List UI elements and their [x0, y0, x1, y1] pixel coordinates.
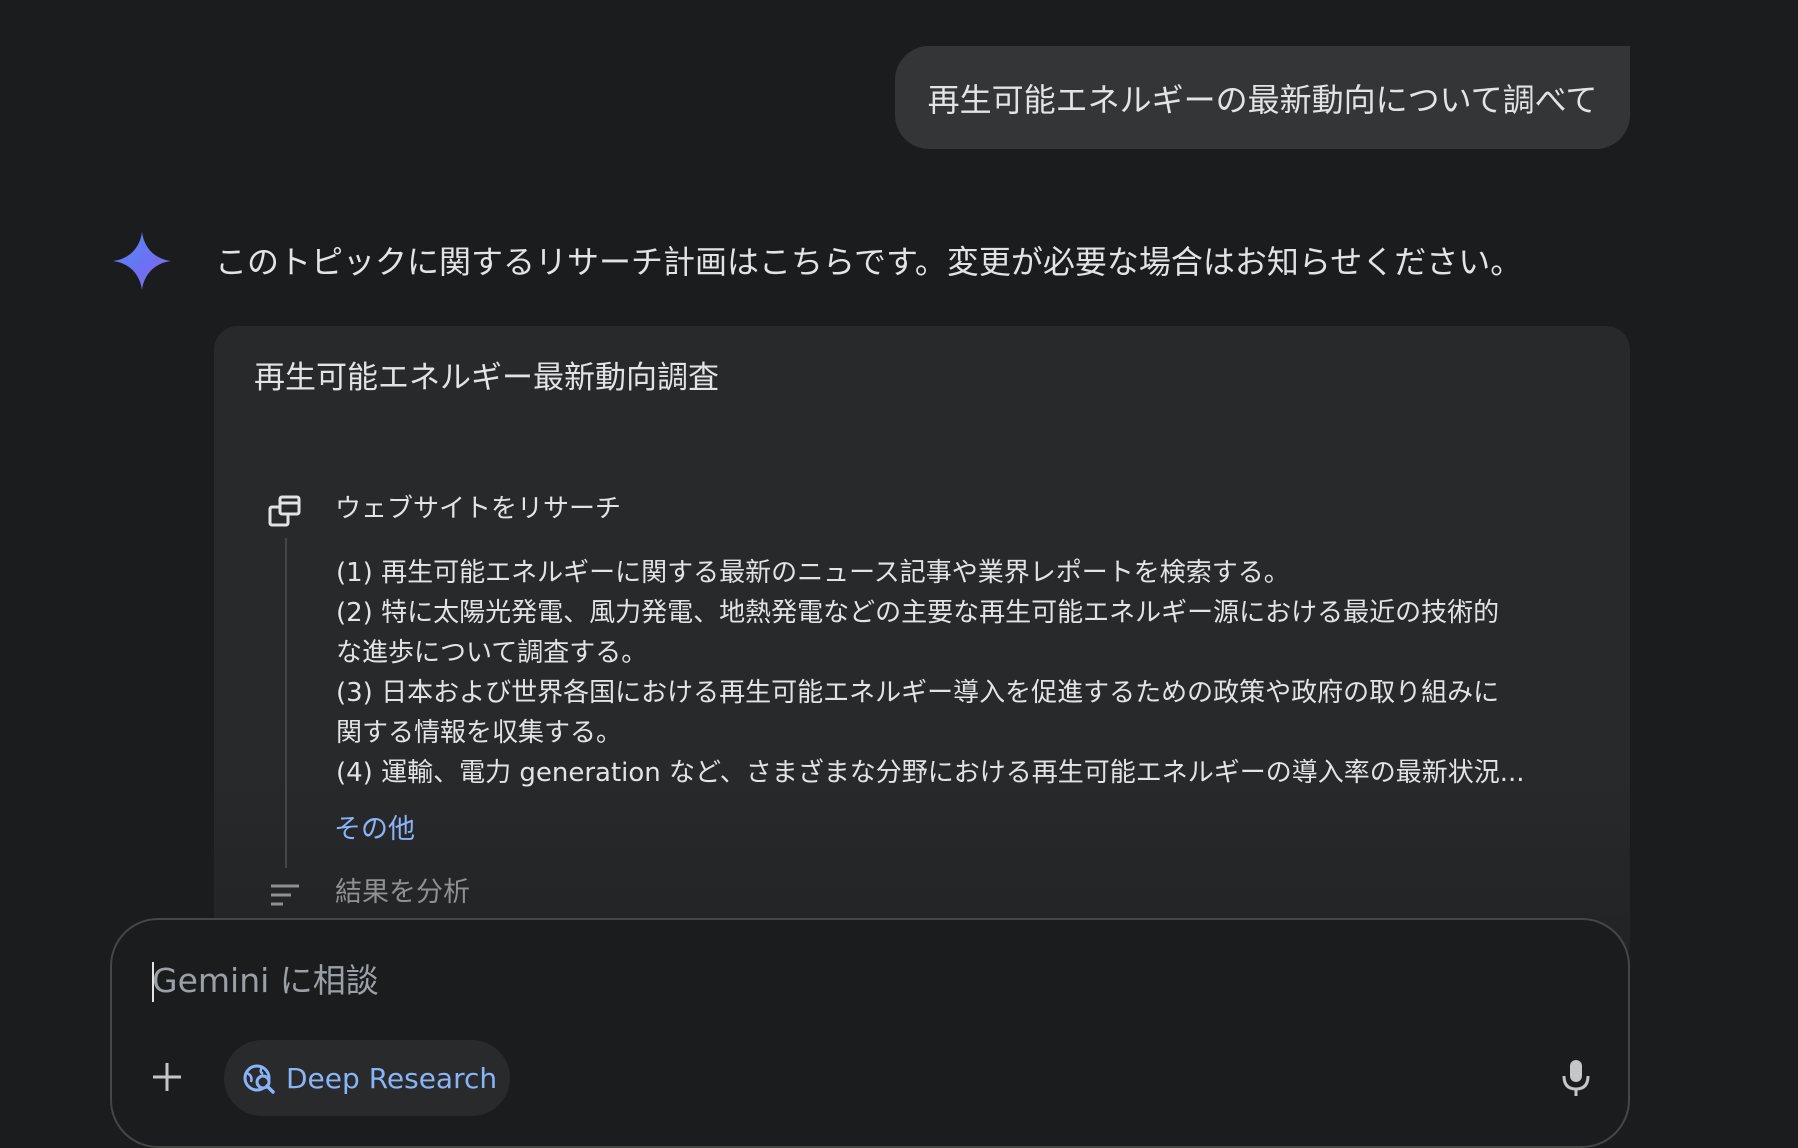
analyze-lines-icon [271, 884, 299, 906]
step-connector-line [285, 538, 287, 868]
show-more-link[interactable]: その他 [334, 810, 415, 850]
browse-web-icon [268, 495, 301, 527]
research-step-label: ウェブサイトをリサーチ [335, 494, 622, 524]
plan-title: 再生可能エネルギー最新動向調査 [254, 360, 719, 396]
user-message-text: 再生可能エネルギーの最新動向について調べて [927, 80, 1598, 119]
assistant-intro-text: このトピックに関するリサーチ計画はこちらです。変更が必要な場合はお知らせください… [215, 243, 1523, 281]
research-step-line: な進歩について調査する。 [336, 638, 648, 668]
text-caret [152, 962, 154, 1002]
deep-research-icon [243, 1064, 275, 1094]
research-step-line: 関する情報を収集する。 [336, 718, 623, 748]
gemini-spark-icon [113, 232, 171, 290]
research-plan-card: 再生可能エネルギー最新動向調査 ウェブサイトをリサーチ (1) 再生可能エネルギ… [214, 326, 1630, 966]
research-step-line: (1) 再生可能エネルギーに関する最新のニュース記事や業界レポートを検索する。 [336, 558, 1290, 588]
research-step-line: (2) 特に太陽光発電、風力発電、地熱発電などの主要な再生可能エネルギー源におけ… [336, 598, 1500, 628]
microphone-icon[interactable] [1559, 1058, 1593, 1098]
prompt-input-placeholder[interactable]: Gemini に相談 [152, 958, 379, 1004]
user-message-bubble: 再生可能エネルギーの最新動向について調べて [895, 46, 1630, 149]
plus-icon[interactable] [150, 1060, 184, 1094]
prompt-input-box[interactable]: Gemini に相談 Deep Research [110, 918, 1630, 1148]
research-step-list: (1) 再生可能エネルギーに関する最新のニュース記事や業界レポートを検索する。 … [336, 553, 1606, 793]
research-step-line: (4) 運輸、電力 generation など、さまざまな分野における再生可能エ… [336, 758, 1525, 788]
deep-research-label: Deep Research [286, 1061, 498, 1095]
research-step-line: (3) 日本および世界各国における再生可能エネルギー導入を促進するための政策や政… [336, 678, 1500, 708]
analyze-step-label: 結果を分析 [335, 877, 470, 908]
deep-research-chip[interactable]: Deep Research [224, 1040, 510, 1116]
